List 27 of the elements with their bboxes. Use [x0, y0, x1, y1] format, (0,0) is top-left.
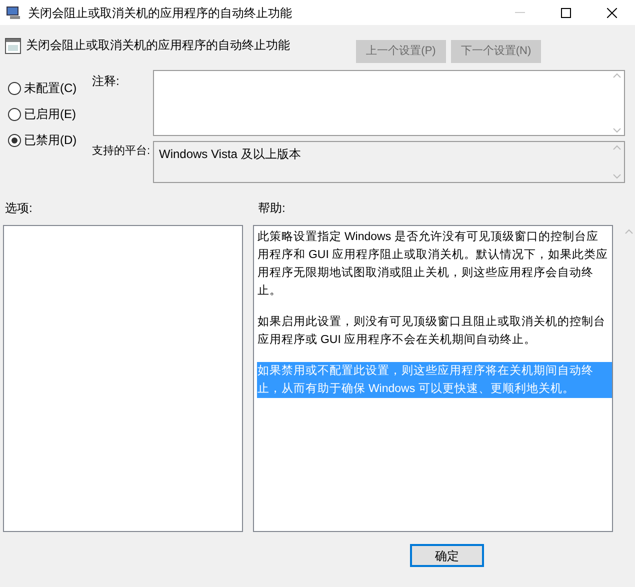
scroll-down-icon[interactable] — [613, 174, 621, 179]
radio-label: 未配置(C) — [24, 80, 77, 97]
help-paragraph: 如果启用此设置，则没有可见顶级窗口且阻止或取消关机的控制台应用程序或 GUI 应用程序不会在关机期间自动终止。 — [257, 314, 606, 348]
policy-icon — [5, 38, 21, 54]
help-label: 帮助: — [257, 200, 286, 217]
radio-button[interactable] — [8, 134, 21, 146]
radio-button[interactable] — [8, 82, 21, 94]
scroll-up-icon[interactable] — [613, 73, 621, 78]
comment-label: 注释: — [91, 73, 120, 90]
help-paragraph: 此策略设置指定 Windows 是否允许没有可见顶级窗口的控制台应用程序和 GUI 应用程序阻止或取消关机。默认情况下，如果此类应用程序无限期地试图取消或阻止关机，则这些应用程序会自动终止。 — [257, 229, 610, 299]
maximize-icon[interactable] — [561, 8, 571, 18]
scroll-up-icon[interactable] — [625, 229, 634, 234]
platform-label: 支持的平台: — [91, 144, 152, 159]
options-label: 选项: — [4, 200, 34, 217]
ok-button[interactable]: 确定 — [410, 544, 484, 567]
radio-label: 已启用(E) — [24, 106, 76, 123]
close-icon[interactable] — [607, 8, 617, 18]
radio-button[interactable] — [8, 108, 21, 120]
radio-label: 已禁用(D) — [24, 132, 77, 149]
comment-field[interactable] — [153, 70, 625, 136]
scroll-down-icon[interactable] — [613, 128, 621, 133]
policy-title: 关闭会阻止或取消关机的应用程序的自动终止功能 — [26, 37, 291, 54]
window-title: 关闭会阻止或取消关机的应用程序的自动终止功能 — [28, 4, 292, 22]
help-paragraph: 如果禁用或不配置此设置，则这些应用程序将在关机期间自动终止，从而有助于确保 Windows 可以更快速、更顺利地关机。 — [257, 362, 612, 398]
scroll-up-icon[interactable] — [613, 145, 621, 150]
app-icon — [6, 6, 22, 20]
platform-value: Windows Vista 及以上版本 — [158, 146, 302, 163]
